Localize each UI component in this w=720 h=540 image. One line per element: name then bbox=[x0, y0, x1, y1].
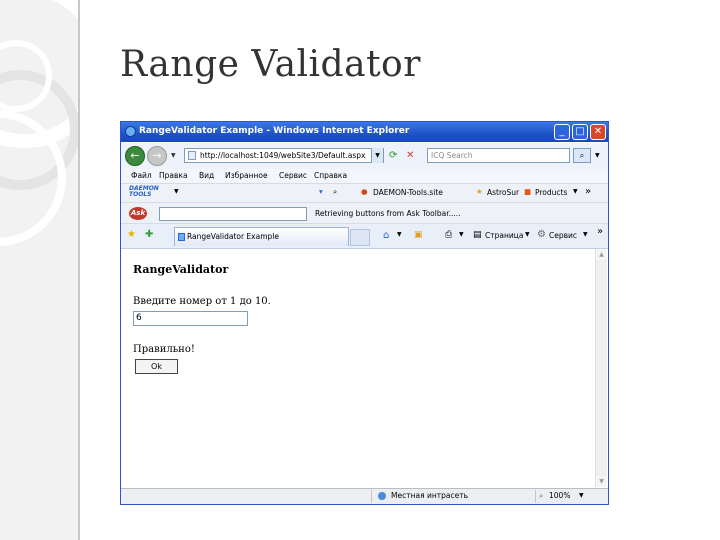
tab-page-icon bbox=[178, 233, 185, 241]
tab-toolbar: ★ ✚ RangeValidator Example ⌂ ▼ ▣ ⎙ ▼ ▤ С… bbox=[121, 224, 608, 249]
tools-dropdown-icon[interactable]: ▼ bbox=[583, 231, 588, 238]
toolbar-dropdown-icon[interactable]: ▾ bbox=[319, 187, 323, 196]
menu-bar: Файл Правка Вид Избранное Сервис Справка bbox=[121, 169, 608, 184]
print-icon[interactable]: ⎙ bbox=[445, 230, 452, 240]
vertical-scrollbar[interactable]: ▲ ▼ bbox=[595, 249, 607, 487]
menu-edit[interactable]: Правка bbox=[159, 171, 188, 180]
slide-decoration bbox=[0, 0, 80, 540]
ok-button[interactable]: Ok bbox=[135, 359, 178, 374]
search-tool-icon[interactable]: ⌕ bbox=[333, 187, 337, 197]
home-icon[interactable]: ⌂ bbox=[383, 230, 389, 241]
slide-title: Range Validator bbox=[120, 44, 421, 85]
ask-logo: Ask bbox=[129, 207, 147, 220]
close-button[interactable]: ✕ bbox=[590, 124, 606, 140]
gear-icon: ⚙ bbox=[537, 229, 546, 240]
ask-search-input[interactable] bbox=[159, 207, 307, 221]
ask-toolbar: Ask Retrieving buttons from Ask Toolbar.… bbox=[121, 203, 608, 224]
products-link[interactable]: Products bbox=[535, 188, 567, 197]
daemon-toolbar: DAEMON TOOLS ▼ ▾ ⌕ ● DAEMON-Tools.site ★… bbox=[121, 184, 608, 203]
menu-help[interactable]: Справка bbox=[314, 171, 347, 180]
daemon-site-link[interactable]: DAEMON-Tools.site bbox=[373, 188, 443, 197]
window-titlebar[interactable]: RangeValidator Example - Windows Interne… bbox=[121, 122, 608, 142]
refresh-icon[interactable]: ⟳ bbox=[389, 151, 397, 161]
address-bar[interactable]: http://localhost:1049/webSite3/Default.a… bbox=[184, 148, 384, 163]
zoom-dropdown-icon[interactable]: ▼ bbox=[579, 492, 584, 499]
minimize-button[interactable]: _ bbox=[554, 124, 570, 140]
astro-link[interactable]: AstroSur bbox=[487, 188, 519, 197]
page-menu-button[interactable]: Страница bbox=[485, 231, 523, 240]
maximize-button[interactable]: □ bbox=[572, 124, 588, 140]
products-dropdown-icon[interactable]: ▼ bbox=[573, 188, 578, 195]
search-input[interactable]: ICQ Search bbox=[427, 148, 570, 163]
navigation-bar: ← → ▼ http://localhost:1049/webSite3/Def… bbox=[121, 143, 608, 169]
toolbar-more-icon-2[interactable]: » bbox=[597, 226, 603, 237]
number-prompt-label: Введите номер от 1 до 10. bbox=[133, 296, 271, 307]
print-dropdown-icon[interactable]: ▼ bbox=[459, 231, 464, 238]
back-button[interactable]: ← bbox=[125, 146, 145, 166]
ie-icon bbox=[125, 126, 136, 137]
forward-button[interactable]: → bbox=[147, 146, 167, 166]
toolbar-more-icon[interactable]: » bbox=[585, 186, 591, 197]
history-dropdown-icon[interactable]: ▼ bbox=[171, 152, 176, 159]
intranet-zone-icon bbox=[378, 492, 386, 500]
feeds-icon[interactable]: ▣ bbox=[414, 230, 423, 240]
home-dropdown-icon[interactable]: ▼ bbox=[397, 231, 402, 238]
page-content: RangeValidator Введите номер от 1 до 10.… bbox=[123, 249, 595, 487]
tab-active[interactable]: RangeValidator Example bbox=[174, 227, 349, 246]
ask-status-text: Retrieving buttons from Ask Toolbar..... bbox=[315, 209, 461, 218]
daemon-site-icon: ● bbox=[361, 187, 368, 196]
new-tab-button[interactable] bbox=[350, 229, 370, 246]
validation-result: Правильно! bbox=[133, 344, 195, 355]
scroll-down-icon[interactable]: ▼ bbox=[596, 476, 607, 487]
search-icon[interactable]: ⌕ bbox=[573, 148, 591, 163]
tab-title: RangeValidator Example bbox=[187, 232, 279, 241]
menu-favorites[interactable]: Избранное bbox=[225, 171, 268, 180]
zoom-icon[interactable]: ⌕ bbox=[539, 491, 543, 501]
daemon-dropdown-icon[interactable]: ▼ bbox=[174, 188, 179, 195]
page-heading: RangeValidator bbox=[133, 263, 229, 276]
browser-window: RangeValidator Example - Windows Interne… bbox=[120, 121, 609, 505]
page-menu-icon: ▤ bbox=[473, 230, 482, 240]
zone-text: Местная интрасеть bbox=[391, 491, 469, 500]
status-bar: Местная интрасеть ⌕ 100% ▼ bbox=[121, 488, 608, 504]
page-icon bbox=[188, 151, 196, 160]
daemon-tools-logo: DAEMON TOOLS bbox=[129, 185, 159, 198]
astro-icon: ★ bbox=[476, 187, 483, 196]
add-favorites-icon[interactable]: ✚ bbox=[145, 229, 153, 240]
products-icon: ■ bbox=[524, 187, 532, 196]
page-menu-dropdown-icon[interactable]: ▼ bbox=[525, 231, 530, 238]
search-options-icon[interactable]: ▼ bbox=[595, 151, 600, 161]
menu-file[interactable]: Файл bbox=[131, 171, 152, 180]
window-title: RangeValidator Example - Windows Interne… bbox=[139, 126, 410, 136]
favorites-star-icon[interactable]: ★ bbox=[127, 229, 136, 240]
number-input[interactable]: 6 bbox=[133, 311, 248, 326]
menu-tools[interactable]: Сервис bbox=[279, 171, 307, 180]
stop-icon[interactable]: ✕ bbox=[406, 151, 414, 161]
address-dropdown-icon[interactable]: ▼ bbox=[371, 148, 383, 163]
scroll-up-icon[interactable]: ▲ bbox=[596, 249, 607, 260]
tools-menu-button[interactable]: Сервис bbox=[549, 231, 577, 240]
zoom-level[interactable]: 100% bbox=[549, 491, 570, 500]
menu-view[interactable]: Вид bbox=[199, 171, 214, 180]
address-text: http://localhost:1049/webSite3/Default.a… bbox=[200, 151, 366, 160]
